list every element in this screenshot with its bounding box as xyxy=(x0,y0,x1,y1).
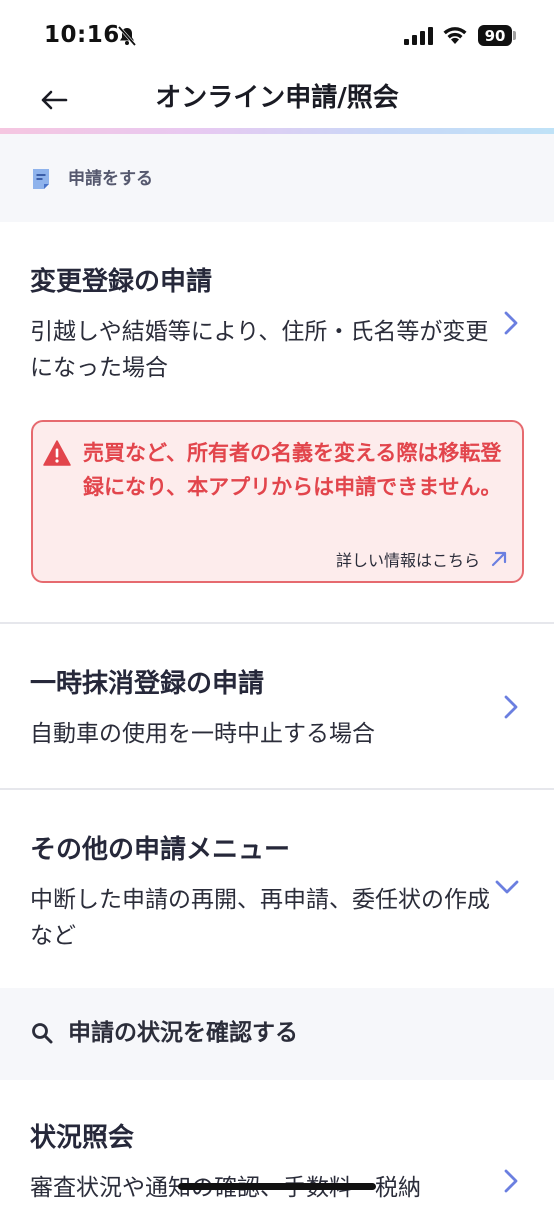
change-registration-description: 引越しや結婚等により、住所・氏名等が変更になった場合 xyxy=(30,319,489,381)
battery-icon: 90 xyxy=(478,25,512,46)
transfer-warning-box: 売買など、所有者の名義を変える際は移転登録になり、本アプリからは申請できません。… xyxy=(31,420,524,583)
status-section-label: 申請の状況を確認する xyxy=(68,1020,298,1046)
apply-section-header: 申請をする xyxy=(0,134,554,222)
change-registration-item[interactable]: 変更登録の申請 引越しや結婚等により、住所・氏名等が変更になった場合 xyxy=(0,222,554,402)
status-inquiry-item[interactable]: 状況照会 審査状況や通知の確認、手数料・税納 xyxy=(0,1080,554,1201)
page-title: オンライン申請/照会 xyxy=(155,83,399,113)
temporary-deregistration-item[interactable]: 一時抹消登録の申請 自動車の使用を一時中止する場合 xyxy=(0,624,554,788)
other-applications-description: 中断した申請の再開、再申請、委任状の作成など xyxy=(30,887,490,949)
wifi-icon xyxy=(443,27,467,44)
more-info-label: 詳しい情報はこちら xyxy=(335,551,480,570)
home-indicator[interactable] xyxy=(178,1183,376,1190)
warning-icon xyxy=(43,440,71,466)
arrow-up-right-icon xyxy=(491,551,507,567)
status-section-header: 申請の状況を確認する xyxy=(0,988,554,1080)
chevron-down-icon xyxy=(495,880,519,894)
chevron-right-icon xyxy=(504,311,518,335)
temporary-deregistration-description: 自動車の使用を一時中止する場合 xyxy=(30,721,375,747)
battery-level: 90 xyxy=(484,26,506,45)
temporary-deregistration-title: 一時抹消登録の申請 xyxy=(30,669,265,699)
other-applications-item[interactable]: その他の申請メニュー 中断した申請の再開、再申請、委任状の作成など xyxy=(0,790,554,988)
chevron-right-icon xyxy=(504,695,518,719)
arrow-left-icon xyxy=(41,90,68,110)
other-applications-title: その他の申請メニュー xyxy=(30,835,291,865)
back-button[interactable] xyxy=(30,80,78,120)
battery-tip xyxy=(513,31,516,40)
signal-icon xyxy=(404,27,433,45)
nav-bar: オンライン申請/照会 xyxy=(0,72,554,130)
more-info-link[interactable]: 詳しい情報はこちら xyxy=(336,547,508,571)
warning-text: 売買など、所有者の名義を変える際は移転登録になり、本アプリからは申請できません。 xyxy=(83,441,502,499)
bell-slash-icon xyxy=(117,26,137,46)
document-icon xyxy=(33,169,49,189)
status-bar: 10:16 90 xyxy=(0,0,554,72)
status-inquiry-title: 状況照会 xyxy=(30,1123,135,1153)
chevron-right-icon xyxy=(504,1169,518,1193)
change-registration-title: 変更登録の申請 xyxy=(30,267,213,297)
apply-section-label: 申請をする xyxy=(68,169,153,189)
search-icon xyxy=(32,1023,53,1044)
status-time: 10:16 xyxy=(44,22,120,48)
